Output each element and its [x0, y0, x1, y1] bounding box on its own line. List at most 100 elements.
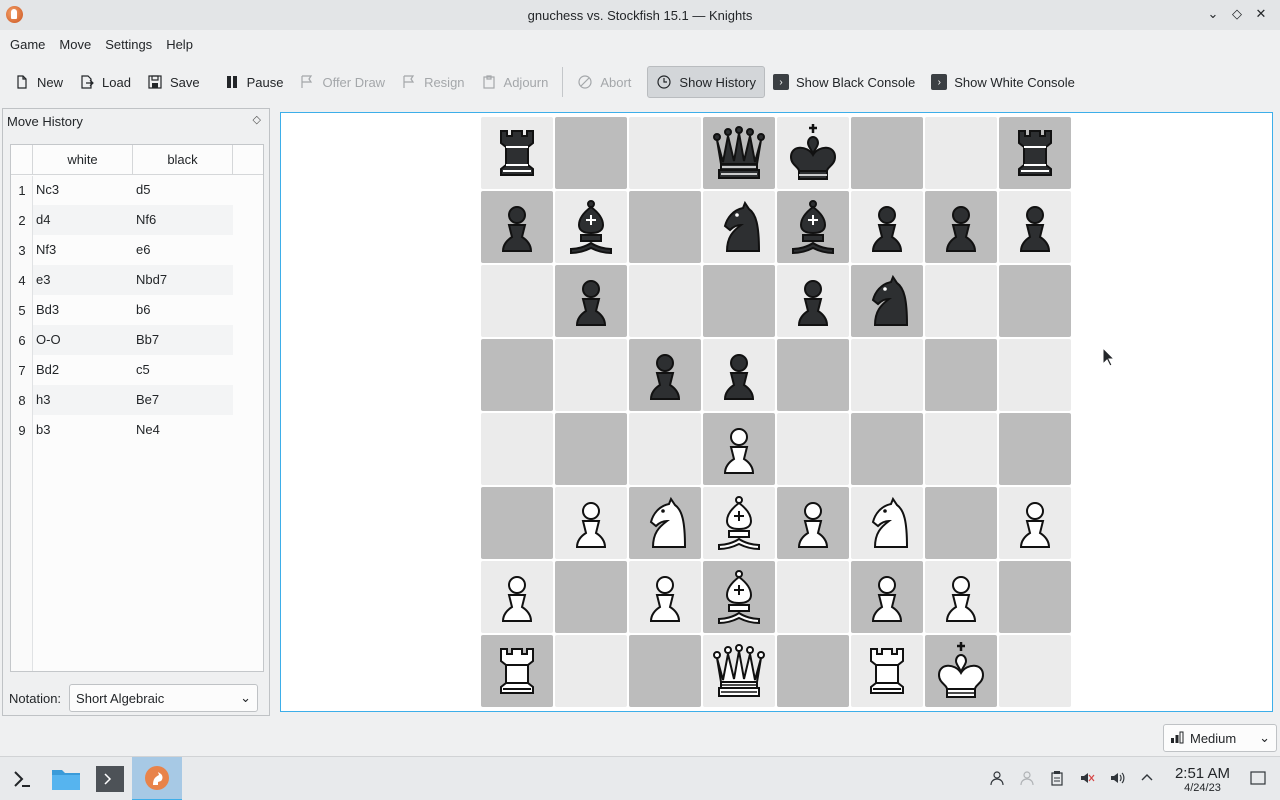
- board-square-f6[interactable]: [851, 265, 923, 337]
- white-move[interactable]: b3: [33, 415, 133, 445]
- save-button[interactable]: Save: [139, 66, 208, 98]
- black-move[interactable]: Nf6: [133, 205, 233, 235]
- clock[interactable]: 2:51 AM 4/24/23: [1175, 765, 1230, 794]
- black-move[interactable]: Be7: [133, 385, 233, 415]
- white-rook-icon[interactable]: [485, 639, 549, 703]
- white-pawn-icon[interactable]: [855, 565, 919, 629]
- board-square-a6[interactable]: [481, 265, 553, 337]
- board-square-d3[interactable]: [703, 487, 775, 559]
- white-pawn-icon[interactable]: [485, 565, 549, 629]
- board-square-f3[interactable]: [851, 487, 923, 559]
- file-manager-icon[interactable]: [44, 757, 88, 800]
- load-button[interactable]: Load: [71, 66, 139, 98]
- chess-board[interactable]: [481, 117, 1073, 709]
- board-square-b4[interactable]: [555, 413, 627, 485]
- white-rook-icon[interactable]: [855, 639, 919, 703]
- close-icon[interactable]: ✕: [1252, 5, 1270, 23]
- board-square-c6[interactable]: [629, 265, 701, 337]
- user-icon[interactable]: [987, 770, 1007, 789]
- float-panel-icon[interactable]: ◇: [253, 113, 261, 126]
- board-square-e1[interactable]: [777, 635, 849, 707]
- move-row[interactable]: 9 b3 Ne4: [11, 415, 263, 445]
- board-square-d5[interactable]: [703, 339, 775, 411]
- board-square-d8[interactable]: [703, 117, 775, 189]
- white-pawn-icon[interactable]: [929, 565, 993, 629]
- black-move[interactable]: b6: [133, 295, 233, 325]
- board-square-a4[interactable]: [481, 413, 553, 485]
- black-move[interactable]: c5: [133, 355, 233, 385]
- white-move[interactable]: Nf3: [33, 235, 133, 265]
- board-square-h3[interactable]: [999, 487, 1071, 559]
- offer-draw-button[interactable]: Offer Draw: [291, 66, 393, 98]
- application-launcher-icon[interactable]: [0, 757, 44, 800]
- move-row[interactable]: 1 Nc3 d5: [11, 175, 263, 205]
- board-square-c5[interactable]: [629, 339, 701, 411]
- black-rook-icon[interactable]: [1003, 121, 1067, 185]
- board-square-f1[interactable]: [851, 635, 923, 707]
- black-rook-icon[interactable]: [485, 121, 549, 185]
- show-desktop-icon[interactable]: [1248, 770, 1268, 789]
- board-square-h4[interactable]: [999, 413, 1071, 485]
- resign-button[interactable]: Resign: [393, 66, 472, 98]
- board-square-b5[interactable]: [555, 339, 627, 411]
- black-bishop-icon[interactable]: [781, 195, 845, 259]
- white-move[interactable]: Bd3: [33, 295, 133, 325]
- white-move[interactable]: e3: [33, 265, 133, 295]
- board-square-b8[interactable]: [555, 117, 627, 189]
- move-row[interactable]: 2 d4 Nf6: [11, 205, 263, 235]
- black-pawn-icon[interactable]: [707, 343, 771, 407]
- move-row[interactable]: 7 Bd2 c5: [11, 355, 263, 385]
- black-pawn-icon[interactable]: [633, 343, 697, 407]
- board-square-d1[interactable]: [703, 635, 775, 707]
- move-row[interactable]: 4 e3 Nbd7: [11, 265, 263, 295]
- black-pawn-icon[interactable]: [855, 195, 919, 259]
- board-square-b3[interactable]: [555, 487, 627, 559]
- board-square-e2[interactable]: [777, 561, 849, 633]
- white-move[interactable]: O-O: [33, 325, 133, 355]
- knights-app-icon[interactable]: [6, 6, 23, 23]
- move-row[interactable]: 8 h3 Be7: [11, 385, 263, 415]
- black-pawn-icon[interactable]: [485, 195, 549, 259]
- board-square-c2[interactable]: [629, 561, 701, 633]
- show-black-console-button[interactable]: › Show Black Console: [765, 66, 923, 98]
- menu-move[interactable]: Move: [52, 37, 98, 52]
- white-knight-icon[interactable]: [855, 491, 919, 555]
- board-square-c1[interactable]: [629, 635, 701, 707]
- board-square-g7[interactable]: [925, 191, 997, 263]
- board-square-g3[interactable]: [925, 487, 997, 559]
- board-square-e8[interactable]: [777, 117, 849, 189]
- board-square-h7[interactable]: [999, 191, 1071, 263]
- show-white-console-button[interactable]: › Show White Console: [923, 66, 1083, 98]
- white-king-icon[interactable]: [929, 639, 993, 703]
- board-square-f2[interactable]: [851, 561, 923, 633]
- board-square-h2[interactable]: [999, 561, 1071, 633]
- white-bishop-icon[interactable]: [707, 565, 771, 629]
- board-square-g4[interactable]: [925, 413, 997, 485]
- column-header-white[interactable]: white: [33, 145, 133, 174]
- white-knight-icon[interactable]: [633, 491, 697, 555]
- minimize-icon[interactable]: ⌄: [1204, 5, 1222, 23]
- black-king-icon[interactable]: [781, 121, 845, 185]
- black-move[interactable]: Nbd7: [133, 265, 233, 295]
- black-knight-icon[interactable]: [707, 195, 771, 259]
- move-row[interactable]: 3 Nf3 e6: [11, 235, 263, 265]
- board-square-a2[interactable]: [481, 561, 553, 633]
- white-bishop-icon[interactable]: [707, 491, 771, 555]
- network-user-icon[interactable]: [1017, 770, 1037, 789]
- board-square-f8[interactable]: [851, 117, 923, 189]
- abort-button[interactable]: Abort: [569, 66, 639, 98]
- board-square-f4[interactable]: [851, 413, 923, 485]
- black-pawn-icon[interactable]: [559, 269, 623, 333]
- terminal-icon[interactable]: [88, 757, 132, 800]
- board-square-b1[interactable]: [555, 635, 627, 707]
- board-square-d2[interactable]: [703, 561, 775, 633]
- board-square-a8[interactable]: [481, 117, 553, 189]
- black-pawn-icon[interactable]: [1003, 195, 1067, 259]
- black-knight-icon[interactable]: [855, 269, 919, 333]
- column-header-black[interactable]: black: [133, 145, 233, 174]
- black-move[interactable]: e6: [133, 235, 233, 265]
- white-pawn-icon[interactable]: [633, 565, 697, 629]
- board-square-c7[interactable]: [629, 191, 701, 263]
- board-square-a1[interactable]: [481, 635, 553, 707]
- black-queen-icon[interactable]: [707, 121, 771, 185]
